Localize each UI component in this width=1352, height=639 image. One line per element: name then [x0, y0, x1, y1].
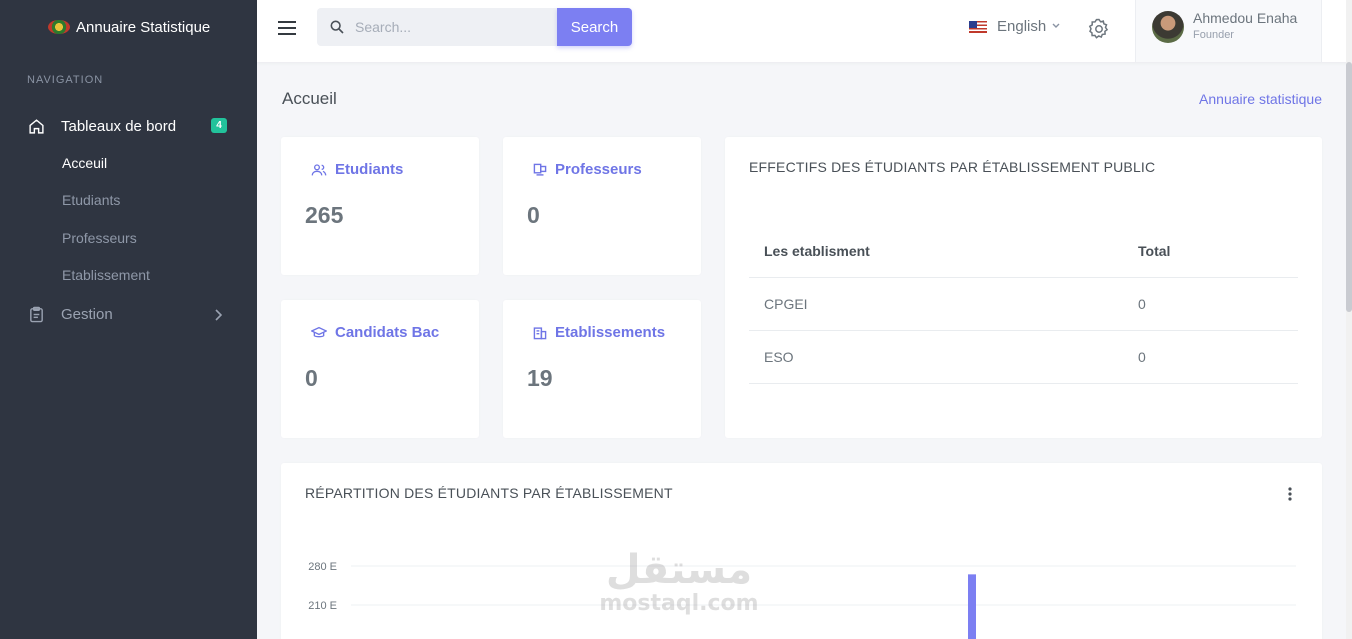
- y-tick-label: 280 E: [308, 561, 337, 573]
- stat-value: 265: [305, 202, 344, 228]
- stat-card-etablissements[interactable]: Etablissements 19: [503, 300, 701, 438]
- user-menu[interactable]: Ahmedou Enaha Founder: [1135, 0, 1322, 62]
- sidebar: Annuaire Statistique NAVIGATION Tableaux…: [0, 0, 257, 639]
- effectifs-table: Les etablisment Total CPGEI 0 ESO 0: [749, 225, 1298, 384]
- scrollbar-thumb[interactable]: [1346, 62, 1352, 312]
- card-title: EFFECTIFS DES ÉTUDIANTS PAR ÉTABLISSEMEN…: [749, 159, 1156, 175]
- table-row: ESO 0: [749, 330, 1298, 384]
- page-scrollbar[interactable]: [1346, 0, 1352, 639]
- sidebar-subitem-etablissement[interactable]: Etablissement: [0, 257, 257, 295]
- brand-logo: [48, 20, 70, 34]
- graduation-cap-icon: [311, 326, 327, 340]
- building-icon: [533, 326, 547, 340]
- nav-section-title: NAVIGATION: [27, 74, 104, 86]
- stat-value: 19: [527, 365, 553, 391]
- chevron-down-icon: [1052, 21, 1060, 32]
- table-row: CPGEI 0: [749, 277, 1298, 331]
- user-name: Ahmedou Enaha: [1193, 10, 1298, 26]
- menu-toggle-icon[interactable]: [278, 21, 296, 35]
- stat-label-text: Etudiants: [335, 161, 404, 178]
- search-icon: [329, 19, 345, 40]
- table-cell: CPGEI: [749, 277, 1123, 331]
- table-cell: 0: [1123, 330, 1298, 384]
- home-icon: [27, 117, 45, 135]
- stat-label: Candidats Bac: [311, 324, 439, 341]
- avatar: [1152, 11, 1184, 43]
- language-label: English: [997, 18, 1047, 35]
- sidebar-subitem-professeurs[interactable]: Professeurs: [0, 219, 257, 257]
- stat-label: Etablissements: [533, 324, 665, 341]
- stat-card-etudiants[interactable]: Etudiants 265: [281, 137, 479, 275]
- topbar: Search English Ahmedou Enaha Founder: [257, 0, 1352, 62]
- search-button[interactable]: Search: [557, 8, 632, 46]
- sidebar-item-label: Tableaux de bord: [61, 117, 177, 135]
- page-title: Accueil: [282, 89, 337, 108]
- gear-icon[interactable]: [1087, 17, 1111, 46]
- chart-bar[interactable]: [968, 574, 976, 639]
- search-input[interactable]: [355, 8, 545, 46]
- chalkboard-icon: [533, 163, 547, 177]
- sidebar-item-dashboards[interactable]: Tableaux de bord 4: [0, 108, 257, 144]
- brand[interactable]: Annuaire Statistique: [0, 0, 257, 54]
- stat-label-text: Candidats Bac: [335, 324, 440, 341]
- brand-name: Annuaire Statistique: [76, 18, 211, 36]
- us-flag-icon: [969, 20, 987, 33]
- sidebar-item-gestion[interactable]: Gestion: [0, 296, 257, 332]
- y-tick-label: 210 E: [308, 600, 337, 612]
- stat-value: 0: [305, 365, 318, 391]
- stat-value: 0: [527, 202, 540, 228]
- table-cell: ESO: [749, 330, 1123, 384]
- users-icon: [311, 163, 327, 177]
- dashboard-count-badge: 4: [211, 118, 227, 133]
- bar-chart: 280 E 210 E: [308, 561, 1296, 639]
- stat-label-text: Professeurs: [555, 161, 642, 178]
- chevron-right-icon: [214, 308, 223, 326]
- clipboard-icon: [27, 305, 45, 323]
- column-header: Les etablisment: [749, 225, 1123, 278]
- stat-label: Professeurs: [533, 161, 642, 178]
- table-cell: 0: [1123, 277, 1298, 331]
- repartition-chart-card: RÉPARTITION DES ÉTUDIANTS PAR ÉTABLISSEM…: [281, 463, 1322, 639]
- user-role: Founder: [1193, 29, 1234, 41]
- effectifs-card: EFFECTIFS DES ÉTUDIANTS PAR ÉTABLISSEMEN…: [725, 137, 1322, 438]
- stat-label: Etudiants: [311, 161, 403, 178]
- table-header-row: Les etablisment Total: [749, 225, 1298, 278]
- stat-label-text: Etablissements: [555, 324, 666, 341]
- stat-card-candidats-bac[interactable]: Candidats Bac 0: [281, 300, 479, 438]
- breadcrumb[interactable]: Annuaire statistique: [1199, 91, 1322, 107]
- language-selector[interactable]: English: [969, 18, 1060, 35]
- sidebar-subitem-etudiants[interactable]: Etudiants: [0, 182, 257, 220]
- search-box: [317, 8, 557, 46]
- column-header: Total: [1123, 225, 1298, 278]
- sidebar-subitem-acceuil[interactable]: Acceuil: [0, 144, 257, 182]
- sidebar-item-label: Gestion: [61, 305, 113, 323]
- stat-card-professeurs[interactable]: Professeurs 0: [503, 137, 701, 275]
